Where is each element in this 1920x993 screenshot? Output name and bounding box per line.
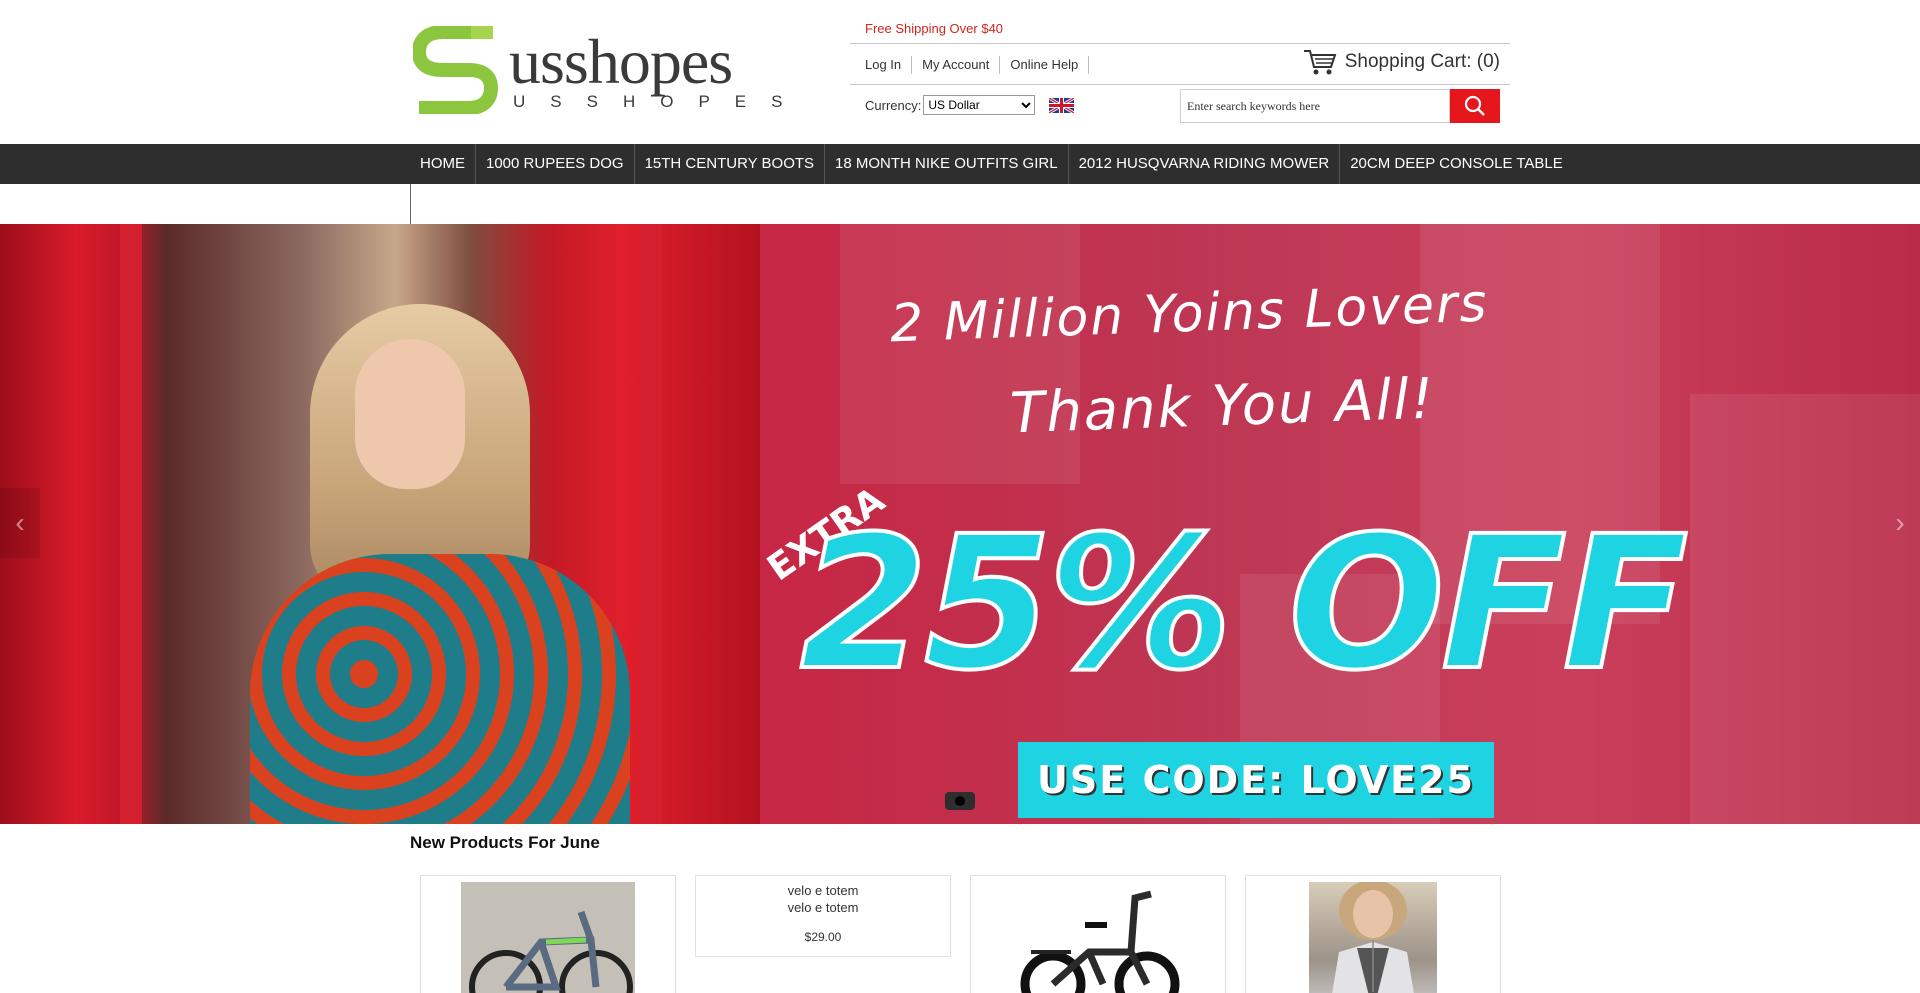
search-bar <box>1180 89 1500 123</box>
logo-wordmark: usshopes <box>509 26 733 97</box>
product-image-alt[interactable]: velo e totem velo e totem <box>696 876 950 916</box>
product-image[interactable] <box>461 882 635 993</box>
nav-item-18-month-nike-outfits-girl[interactable]: 18 MONTH NIKE OUTFITS GIRL <box>825 144 1069 184</box>
logo-subtitle: USSHOPES <box>513 92 808 111</box>
model-face <box>355 339 465 489</box>
free-shipping-note: Free Shipping Over $40 <box>865 21 1004 36</box>
currency-select[interactable]: US Dollar <box>923 95 1036 115</box>
login-link[interactable]: Log In <box>865 56 913 74</box>
nav-item-1000-rupees-dog[interactable]: 1000 RUPEES DOG <box>476 144 635 184</box>
currency-selector: Currency: US Dollar <box>865 95 1075 115</box>
nav-item-2012-husqvarna-riding-mower[interactable]: 2012 HUSQVARNA RIDING MOWER <box>1069 144 1341 184</box>
section-title: New Products For June <box>410 833 600 852</box>
phonebox-frame <box>120 224 142 824</box>
model-figure <box>250 264 630 824</box>
currency-label: Currency: <box>865 97 922 113</box>
cart-icon <box>1303 50 1337 75</box>
broken-image-alt: velo e totem <box>787 883 859 898</box>
product-card[interactable] <box>420 875 676 993</box>
my-account-link[interactable]: My Account <box>912 56 1001 74</box>
nav-item-15th-century-boots[interactable]: 15TH CENTURY BOOTS <box>635 144 826 184</box>
product-image[interactable] <box>1309 880 1437 993</box>
nav-item-20cm-deep-console-table[interactable]: 20CM DEEP CONSOLE TABLE <box>1340 144 1573 184</box>
jacket-image <box>1332 880 1414 993</box>
banner-discount: 25% OFF <box>798 497 1690 711</box>
site-header: usshopes USSHOPES Free Shipping Over $40… <box>0 0 1920 144</box>
online-help-link[interactable]: Online Help <box>1000 56 1090 74</box>
cart-label: Shopping Cart: (0) <box>1344 51 1500 72</box>
product-name[interactable]: velo e totem <box>696 899 950 916</box>
product-card[interactable]: velo e totem velo e totem $29.00 <box>695 875 951 957</box>
uk-flag-icon[interactable] <box>1049 97 1075 113</box>
slider-pagination <box>945 792 975 810</box>
search-input[interactable] <box>1180 89 1450 123</box>
model-blouse <box>250 554 630 824</box>
mountain-bike-image <box>461 882 635 993</box>
logo-s-icon <box>413 26 499 114</box>
search-icon <box>1464 95 1485 116</box>
site-logo[interactable]: usshopes USSHOPES <box>413 26 782 116</box>
arrow-right-icon[interactable]: › <box>1880 488 1920 558</box>
main-nav: HOME 1000 RUPEES DOG 15TH CENTURY BOOTS … <box>0 144 1920 184</box>
collage-tile <box>1690 394 1920 824</box>
banner-promo-code: USE CODE: LOVE25 <box>1018 742 1494 818</box>
hero-banner[interactable]: 2 Million Yoins Lovers Thank You All! EX… <box>0 224 1920 824</box>
divider <box>850 43 1510 44</box>
account-links: Log In My Account Online Help <box>865 56 1090 74</box>
folding-bike-image <box>1020 890 1180 993</box>
slider-dot-active[interactable] <box>955 796 965 806</box>
product-price: $29.00 <box>804 930 842 944</box>
divider <box>850 84 1510 85</box>
search-button[interactable] <box>1450 89 1500 123</box>
nav-item-home[interactable]: HOME <box>410 144 476 184</box>
arrow-left-icon[interactable]: ‹ <box>0 488 40 558</box>
product-image[interactable] <box>1011 882 1185 993</box>
banner-photo-left <box>0 224 760 824</box>
divider <box>410 184 411 224</box>
product-card[interactable] <box>970 875 1226 993</box>
product-card[interactable] <box>1245 875 1501 993</box>
shopping-cart[interactable]: Shopping Cart: (0) <box>1303 48 1500 76</box>
phonebox-frame <box>640 224 662 824</box>
